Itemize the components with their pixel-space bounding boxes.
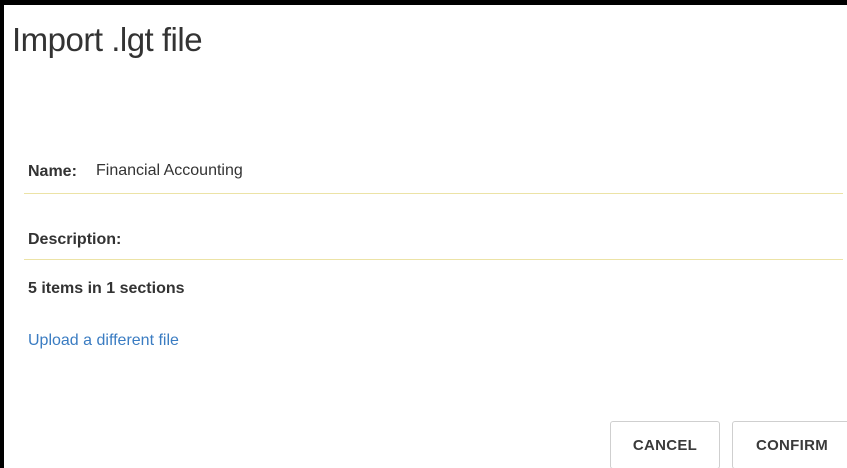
description-field-row: Description: — [24, 219, 843, 260]
description-input[interactable] — [142, 226, 832, 252]
import-dialog: Import .lgt file Name: Description: 5 it… — [0, 0, 847, 468]
dialog-title: Import .lgt file — [12, 21, 203, 58]
name-field-row: Name: — [24, 151, 843, 194]
description-label: Description: — [28, 231, 122, 248]
upload-different-file-link[interactable]: Upload a different file — [28, 332, 179, 350]
cancel-button[interactable]: CANCEL — [610, 421, 720, 468]
name-input[interactable] — [96, 158, 816, 184]
name-label: Name: — [28, 163, 77, 180]
confirm-button[interactable]: CONFIRM — [732, 421, 847, 468]
items-summary: 5 items in 1 sections — [28, 280, 185, 297]
